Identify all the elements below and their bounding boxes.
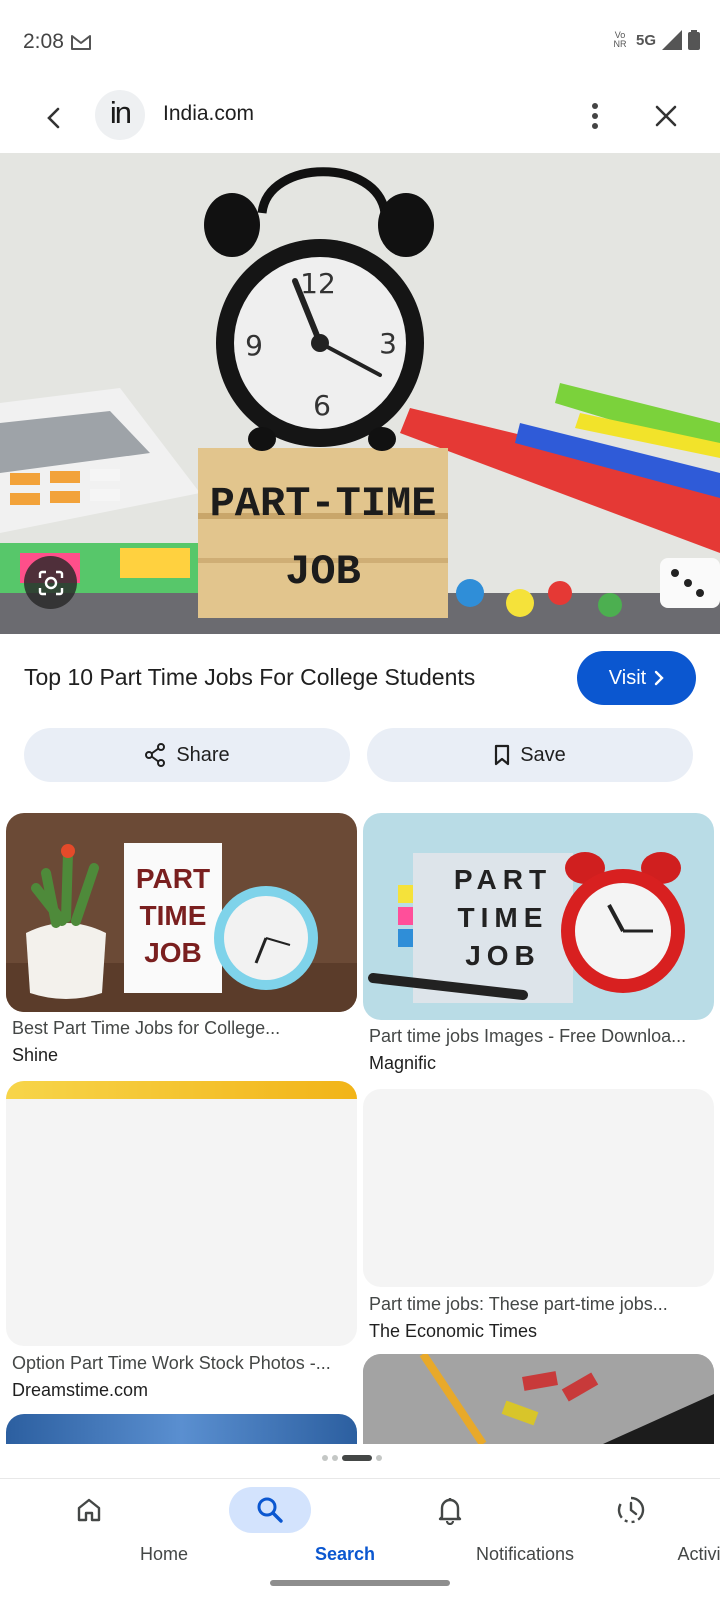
svg-text:9: 9 <box>245 329 263 362</box>
nav-notifications[interactable]: Notifications <box>375 1479 574 1579</box>
visit-label: Visit <box>608 666 647 689</box>
network-type: 5G <box>635 31 656 49</box>
svg-text:12: 12 <box>300 267 336 300</box>
close-button[interactable] <box>646 96 686 136</box>
svg-text:6: 6 <box>313 389 331 422</box>
nav-notifications-icon-wrap <box>409 1487 491 1533</box>
result-title: Top 10 Part Time Jobs For College Studen… <box>24 664 476 690</box>
gesture-bar[interactable] <box>270 1580 450 1586</box>
home-icon <box>77 1498 101 1522</box>
close-icon <box>655 105 677 127</box>
save-label: Save <box>520 743 566 766</box>
lightbox-line1: PART <box>454 864 552 895</box>
status-bar: 2:08 Vo NR 5G <box>0 0 720 86</box>
site-logo-text: in <box>109 95 132 130</box>
notepad-line2: TIME <box>140 900 207 931</box>
nav-search-icon-wrap <box>229 1487 311 1533</box>
google-lens-icon <box>38 570 63 595</box>
notepad-line1: PART <box>136 863 210 894</box>
related-source-3: Dreamstime.com <box>12 1380 149 1400</box>
page-dot-active <box>342 1455 372 1461</box>
related-image-6[interactable] <box>363 1354 714 1444</box>
svg-text:3: 3 <box>379 327 397 360</box>
back-button[interactable] <box>34 98 74 138</box>
nav-activity-icon-wrap <box>590 1487 672 1533</box>
page-dot <box>332 1455 338 1461</box>
image-blue-strip <box>6 1414 357 1444</box>
grid-fade <box>0 1444 720 1478</box>
status-time: 2:08 <box>23 30 64 53</box>
related-caption-3[interactable]: Option Part Time Work Stock Photos -... <box>12 1353 352 1374</box>
site-name[interactable]: India.com <box>163 102 254 126</box>
gmail-icon <box>71 35 91 50</box>
block-text-line1: PART-TIME <box>210 480 437 528</box>
related-source-4: The Economic Times <box>369 1321 538 1341</box>
visit-button[interactable]: Visit <box>577 651 696 705</box>
image-top-strip <box>6 1081 357 1099</box>
save-button[interactable]: Save <box>367 728 693 782</box>
nav-activity[interactable]: Activity <box>556 1479 720 1579</box>
lightbox-line3: JOB <box>465 940 541 971</box>
part-time-lightbox-image: PART TIME JOB <box>363 813 714 1020</box>
share-label: Share <box>176 743 230 766</box>
related-caption-4[interactable]: Part time jobs: These part-time jobs... <box>369 1294 709 1315</box>
pencil-clips-image <box>363 1354 714 1444</box>
hero-image[interactable]: PART-TIME JOB 12 3 6 9 <box>0 153 720 634</box>
chevron-left-icon <box>47 107 60 129</box>
nav-home[interactable]: Home <box>14 1479 188 1579</box>
part-time-notepad-image: PART TIME JOB <box>6 813 357 1012</box>
more-options-button[interactable] <box>575 96 615 136</box>
activity-icon <box>617 1496 645 1524</box>
related-image-5[interactable] <box>6 1414 357 1444</box>
page-indicator <box>322 1455 382 1461</box>
app-bar: in India.com <box>0 86 720 152</box>
related-image-2[interactable]: PART TIME JOB <box>363 813 714 1020</box>
bookmark-icon <box>495 744 510 766</box>
related-image-3[interactable] <box>6 1081 357 1346</box>
signal-icon <box>662 30 682 50</box>
bell-icon <box>438 1498 462 1525</box>
notepad-line3: JOB <box>144 937 202 968</box>
nav-home-icon-wrap <box>48 1487 130 1533</box>
share-button[interactable]: Share <box>24 728 350 782</box>
related-caption-1[interactable]: Best Part Time Jobs for College... <box>12 1018 352 1039</box>
nav-activity-label: Activity <box>677 1544 720 1564</box>
page-dot <box>376 1455 382 1461</box>
status-icons: Vo NR 5G <box>610 30 700 50</box>
lightbox-line2: TIME <box>458 902 549 933</box>
related-caption-2[interactable]: Part time jobs Images - Free Downloa... <box>369 1026 709 1047</box>
block-text-line2: JOB <box>285 548 361 596</box>
related-source-1: Shine <box>12 1045 59 1065</box>
chevron-right-icon <box>655 670 664 686</box>
nav-search[interactable]: Search <box>195 1479 375 1579</box>
lens-button[interactable] <box>24 556 77 609</box>
share-icon <box>145 743 166 767</box>
related-image-1[interactable]: PART TIME JOB <box>6 813 357 1012</box>
related-source-2: Magnific <box>369 1053 437 1073</box>
related-image-4[interactable] <box>363 1089 714 1287</box>
alarm-clock-illustration: PART-TIME JOB 12 3 6 9 <box>0 153 720 634</box>
page-dot <box>322 1455 328 1461</box>
battery-icon <box>688 30 700 50</box>
volte-icon: Vo NR <box>613 30 627 49</box>
site-favicon[interactable]: in <box>95 90 145 140</box>
search-icon <box>257 1497 283 1523</box>
more-vert-icon <box>592 103 598 129</box>
